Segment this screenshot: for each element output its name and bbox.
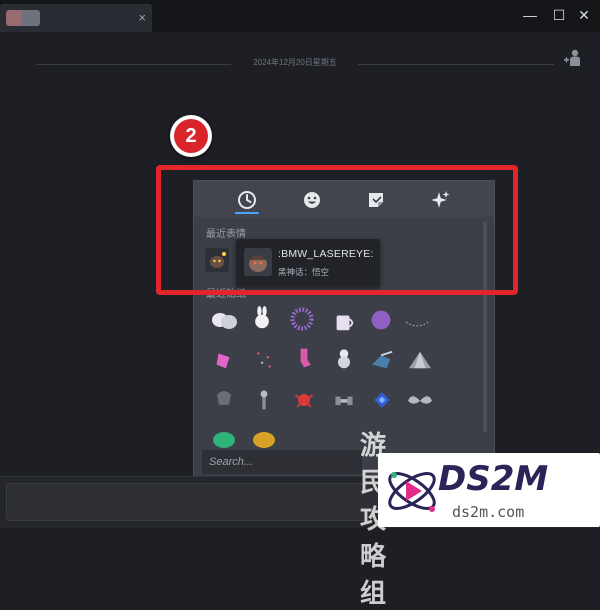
sticker-wings[interactable] — [406, 388, 434, 412]
sticker-purple-orb[interactable] — [367, 308, 395, 332]
sticker-dumbbell[interactable] — [330, 388, 358, 412]
sticker-stocking[interactable] — [290, 346, 318, 370]
tab-stickers[interactable] — [360, 187, 392, 213]
emoticon-source: 黑神话：悟空 — [278, 267, 330, 277]
sticker-blue-crystal[interactable] — [368, 388, 396, 412]
sticker-mug[interactable] — [330, 310, 358, 334]
sticker-snowman[interactable] — [330, 346, 358, 370]
sticker-crab[interactable] — [290, 388, 318, 412]
smiley-icon — [304, 192, 320, 208]
emoticon-tooltip: :BMW_LASEREYE: 黑神话：悟空 — [236, 239, 380, 287]
clock-icon — [238, 191, 256, 209]
recent-emoticon[interactable] — [205, 248, 229, 272]
chat-tab[interactable]: × — [0, 4, 152, 32]
ds2m-logo: DS2M ds2m.com — [378, 453, 600, 527]
date-text: 2024年12月20日星期五 — [253, 58, 337, 67]
sticker-confetti[interactable] — [250, 348, 278, 372]
sticker-bunny[interactable] — [248, 306, 276, 330]
logo-brand: DS2M — [438, 459, 549, 499]
sticker-whiskers[interactable] — [403, 312, 431, 336]
sticker-pyramid[interactable] — [406, 348, 434, 372]
avatar — [6, 10, 40, 26]
close-window-button[interactable]: ✕ — [575, 6, 593, 24]
logo-atom-icon — [388, 472, 436, 512]
maximize-button[interactable]: ☐ — [550, 6, 568, 24]
sticker-slippers[interactable] — [210, 308, 238, 332]
tab-emoticons[interactable] — [296, 187, 328, 213]
step-badge: 2 — [170, 115, 212, 157]
sticker-wreath[interactable] — [288, 307, 316, 331]
sticker-gold-leaf[interactable] — [250, 426, 278, 450]
sticker-horns[interactable] — [210, 386, 238, 410]
picker-tabs — [194, 181, 494, 217]
add-friend-icon[interactable] — [563, 48, 583, 68]
close-icon[interactable]: × — [138, 10, 146, 25]
emoticon-preview — [244, 248, 272, 276]
title-bar: × — ☐ ✕ — [0, 0, 600, 32]
emoticon-search-input[interactable]: Search... — [202, 450, 362, 474]
sticker-icon — [369, 193, 383, 207]
minimize-button[interactable]: — — [521, 6, 539, 24]
logo-domain: ds2m.com — [452, 503, 525, 521]
recent-stickers-label: 最近贴纸 — [206, 289, 246, 300]
recent-emoticons-label: 最近表情 — [206, 229, 246, 240]
sticker-diver[interactable] — [368, 348, 396, 372]
emoticon-name: :BMW_LASEREYE: — [278, 248, 374, 260]
sticker-pink-candy[interactable] — [210, 348, 238, 372]
date-divider: 2024年12月20日星期五 — [36, 57, 554, 71]
tab-recent[interactable] — [231, 187, 263, 214]
step-number: 2 — [174, 119, 208, 153]
sticker-staff[interactable] — [250, 388, 278, 412]
active-tab-indicator — [235, 212, 259, 214]
sparkle-icon — [431, 191, 450, 208]
sticker-green-leaf[interactable] — [210, 426, 238, 450]
picker-scrollbar[interactable] — [483, 222, 487, 432]
tab-effects[interactable] — [425, 187, 457, 213]
